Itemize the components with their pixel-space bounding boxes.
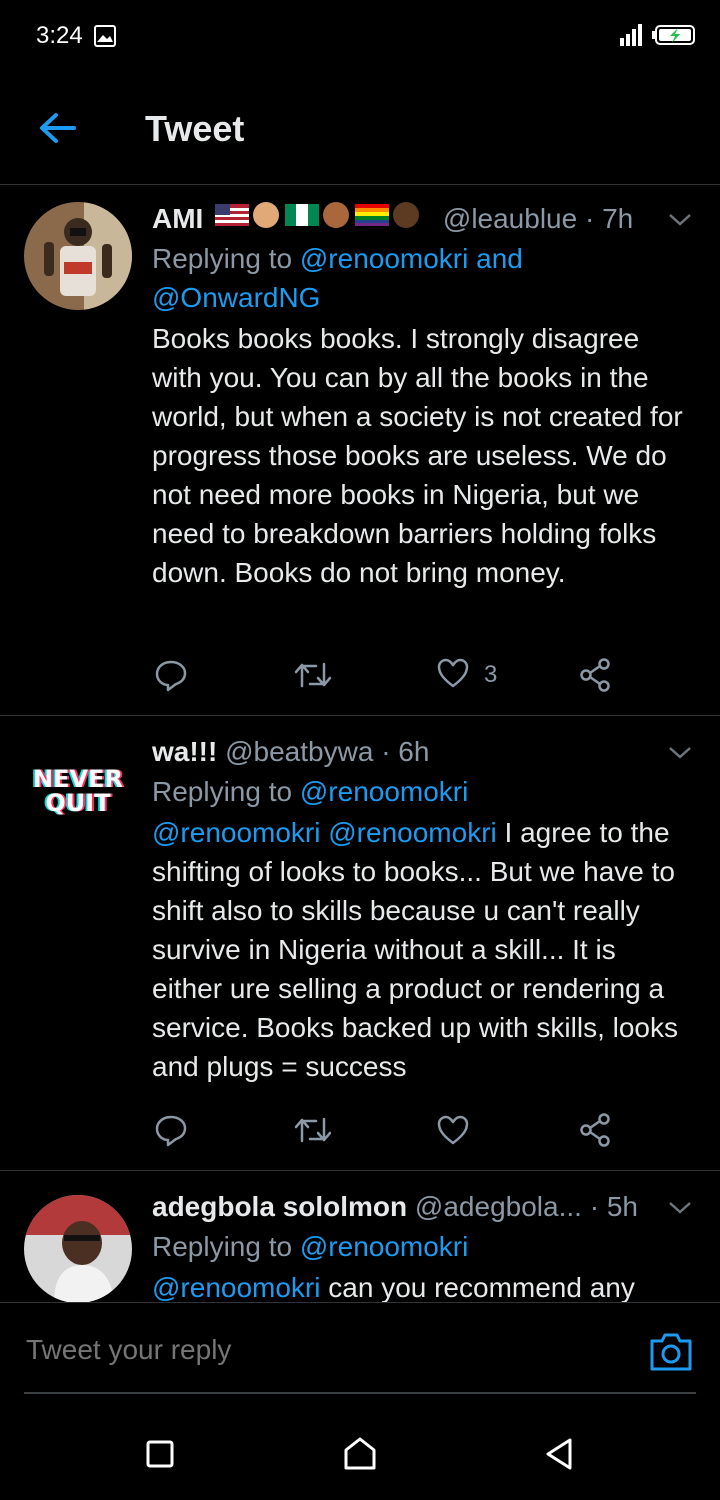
- home-icon[interactable]: [340, 1434, 380, 1474]
- chevron-down-icon[interactable]: [666, 1193, 694, 1221]
- replying-to: Replying to @renoomokri: [152, 1227, 692, 1266]
- reply-icon[interactable]: [154, 655, 188, 695]
- tweet-meta: wa!!! @beatbywa · 6h: [152, 732, 692, 772]
- page-title: Tweet: [145, 108, 245, 149]
- meta-separator: ·: [584, 203, 595, 234]
- tweet-item[interactable]: AMI @leaublue · 7h Replying to @renoomok…: [0, 185, 720, 716]
- body-mentions[interactable]: @renoomokri @renoomokri: [152, 817, 497, 848]
- avatar-text-line: QUIT: [45, 789, 111, 817]
- tweet-meta: AMI @leaublue · 7h: [152, 199, 692, 239]
- author-name: adegbola sololmon: [152, 1191, 408, 1222]
- status-bar: 3:24: [0, 0, 720, 72]
- recent-apps-icon[interactable]: [140, 1434, 180, 1474]
- body-text: can you recommend any: [320, 1272, 635, 1302]
- avatar[interactable]: [24, 202, 132, 310]
- tweet-body: Books books books. I strongly disagree w…: [152, 323, 683, 588]
- tweet-actions: [152, 1110, 632, 1150]
- replying-prefix: Replying to: [152, 1231, 293, 1262]
- tweet-header: Tweet: [0, 72, 720, 185]
- replying-prefix: Replying to: [152, 243, 293, 274]
- replying-prefix: Replying to: [152, 776, 293, 807]
- meta-separator: ·: [589, 1191, 600, 1222]
- avatar-text-line: NEVER: [33, 765, 123, 793]
- tweet-body: @renoomokri can you recommend any: [152, 1268, 692, 1302]
- replying-mentions[interactable]: @renoomokri: [300, 776, 468, 807]
- replying-to: Replying to @renoomokri and @OnwardNG: [152, 239, 692, 317]
- battery-icon: [652, 24, 696, 51]
- like-count: 3: [484, 661, 498, 688]
- share-icon[interactable]: [578, 655, 612, 695]
- back-triangle-icon[interactable]: [540, 1434, 580, 1474]
- reply-feed: AMI @leaublue · 7h Replying to @renoomok…: [0, 185, 720, 1302]
- reply-input[interactable]: [24, 1327, 628, 1373]
- tweet-body: @renoomokri @renoomokri I agree to the s…: [152, 813, 692, 1086]
- author-name: wa!!!: [152, 736, 218, 767]
- status-time: 3:24: [36, 22, 83, 49]
- replying-to: Replying to @renoomokri: [152, 772, 692, 811]
- author-handle: @leaublue: [442, 203, 578, 234]
- chevron-down-icon[interactable]: [666, 205, 694, 233]
- reply-icon[interactable]: [154, 1110, 188, 1150]
- avatar[interactable]: NEVER QUIT: [24, 733, 132, 841]
- tweet-meta: adegbola sololmon @adegbola... · 5h: [152, 1187, 692, 1227]
- tweet-item[interactable]: NEVER QUIT wa!!! @beatbywa · 6h Replying…: [0, 716, 720, 1171]
- reply-divider: [24, 1392, 696, 1394]
- signal-icon: [618, 22, 644, 53]
- system-navigation-bar: [0, 1404, 720, 1500]
- emoji-flags-icon: [215, 200, 431, 239]
- tweet-time: 6h: [398, 736, 430, 767]
- author-handle: @adegbola...: [414, 1191, 582, 1222]
- tweet-actions: 3: [152, 655, 632, 695]
- meta-separator: ·: [381, 736, 391, 767]
- share-icon[interactable]: [578, 1110, 612, 1150]
- author-handle: @beatbywa: [225, 736, 374, 767]
- heart-icon: [436, 657, 470, 694]
- replying-mentions[interactable]: @renoomokri: [300, 1231, 468, 1262]
- like-button[interactable]: 3: [436, 655, 497, 695]
- avatar[interactable]: [24, 1195, 132, 1302]
- back-arrow-icon[interactable]: [38, 110, 78, 146]
- body-text: I agree to the shifting of looks to book…: [152, 817, 678, 1082]
- heart-icon[interactable]: [436, 1110, 470, 1150]
- tweet-item[interactable]: adegbola sololmon @adegbola... · 5h Repl…: [0, 1171, 720, 1302]
- gallery-notification-icon: [93, 24, 117, 53]
- tweet-time: 5h: [606, 1191, 638, 1222]
- retweet-icon[interactable]: [294, 1110, 332, 1150]
- camera-icon[interactable]: [648, 1331, 694, 1375]
- chevron-down-icon[interactable]: [666, 738, 694, 766]
- body-mentions[interactable]: @renoomokri: [152, 1272, 320, 1302]
- tweet-time: 7h: [602, 203, 634, 234]
- reply-composer: [0, 1302, 720, 1395]
- author-name: AMI: [152, 203, 204, 234]
- retweet-icon[interactable]: [294, 655, 332, 695]
